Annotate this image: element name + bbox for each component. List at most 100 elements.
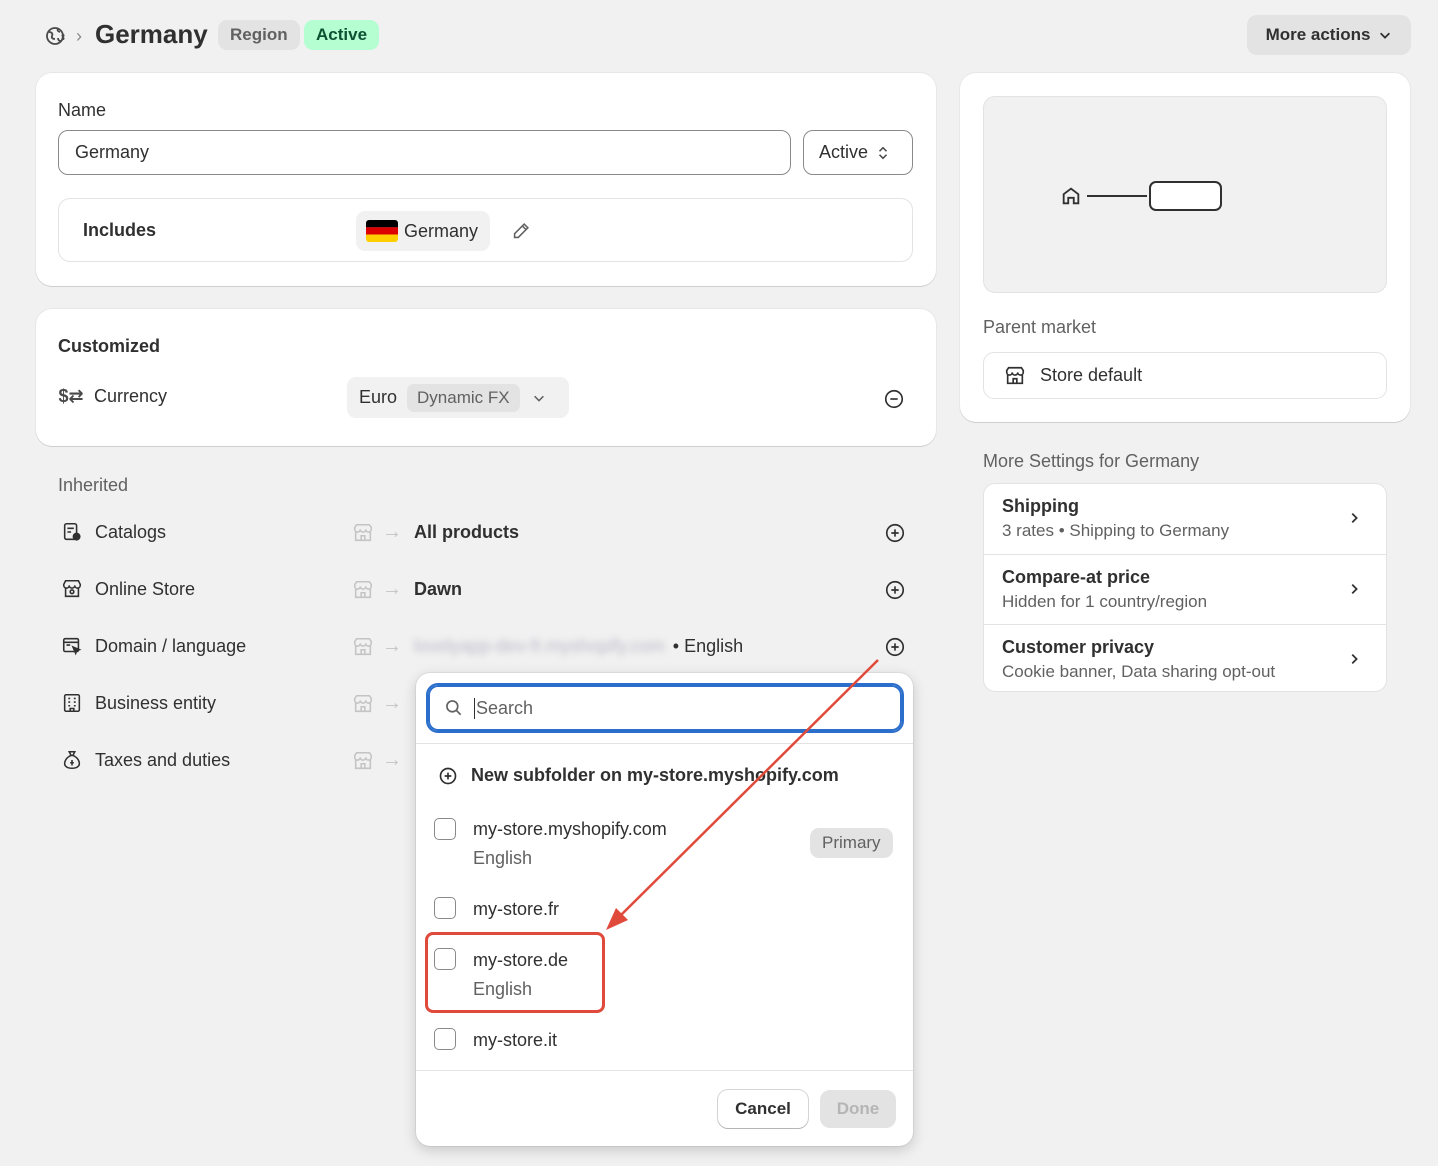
store-icon <box>352 750 374 772</box>
add-circle-icon[interactable] <box>883 578 907 602</box>
currency-label: $⇄ Currency <box>58 386 168 407</box>
online-store-icon <box>61 578 83 600</box>
settings-row-customer-privacy[interactable]: Customer privacy Cookie banner, Data sha… <box>984 624 1386 691</box>
domain-language-suffix: • English <box>672 636 744 656</box>
done-button[interactable]: Done <box>820 1090 896 1128</box>
domain-language-value: → lovelyapp-dev-fr.myshopify.com • Engli… <box>352 635 743 658</box>
includes-chip-label: Germany <box>404 220 479 241</box>
online-store-value-text: Dawn <box>414 579 463 599</box>
globe-icon <box>44 24 68 48</box>
name-input-value: Germany <box>75 142 150 162</box>
currency-label-text: Currency <box>94 386 168 406</box>
catalog-icon <box>61 521 83 543</box>
taxes-duties-row-label: Taxes and duties <box>61 749 230 771</box>
domain-language-row-label: Domain / language <box>61 635 246 657</box>
domain-option-subtitle: English <box>473 848 533 868</box>
chevron-down-icon <box>532 391 546 405</box>
settings-row-subtitle: 3 rates • Shipping to Germany <box>1002 521 1230 540</box>
chevron-right-icon <box>1344 508 1364 528</box>
chevron-right-icon <box>1344 649 1364 669</box>
breadcrumb-chevron-icon: › <box>76 26 82 46</box>
primary-badge: Primary <box>810 828 893 858</box>
catalogs-row-label: Catalogs <box>61 521 166 543</box>
new-subfolder-label: New subfolder on my-store.myshopify.com <box>471 765 839 785</box>
popover-divider <box>416 743 913 744</box>
domain-option-title: my-store.myshopify.com <box>473 819 667 839</box>
search-input[interactable]: Search <box>426 683 904 733</box>
arrow-right-icon: → <box>382 521 402 543</box>
taxes-duties-label: Taxes and duties <box>95 749 231 770</box>
domain-picker-popover: Search New subfolder on my-store.myshopi… <box>416 673 913 1146</box>
home-icon <box>1060 185 1082 207</box>
includes-label: Includes <box>83 220 157 240</box>
domain-checkbox[interactable] <box>434 897 456 919</box>
remove-circle-icon[interactable] <box>882 387 906 411</box>
more-settings-heading: More Settings for Germany <box>983 451 1200 471</box>
parent-market-value: Store default <box>1040 365 1143 385</box>
settings-row-subtitle: Hidden for 1 country/region <box>1002 592 1208 611</box>
search-icon <box>444 698 464 718</box>
settings-row-title: Compare-at price <box>1002 567 1151 587</box>
settings-row-shipping[interactable]: Shipping 3 rates • Shipping to Germany <box>984 484 1386 554</box>
diagram-node-box <box>1149 181 1222 211</box>
more-actions-label: More actions <box>1265 25 1371 44</box>
catalogs-value-text: All products <box>414 522 520 542</box>
parent-market-label: Parent market <box>983 317 1097 337</box>
name-card: Name Germany Active Includes Germany <box>36 73 936 286</box>
parent-market-card: Parent market Store default <box>960 73 1410 422</box>
diagram-connector-line <box>1087 195 1147 197</box>
store-icon <box>1004 365 1026 387</box>
store-icon <box>352 579 374 601</box>
page-title: Germany <box>95 19 208 49</box>
search-input-placeholder: Search <box>474 697 534 719</box>
arrow-right-icon: → <box>382 635 402 657</box>
new-subfolder-action[interactable]: New subfolder on my-store.myshopify.com <box>438 765 839 786</box>
arrow-right-icon: → <box>382 692 402 714</box>
customized-card: Customized $⇄ Currency Euro Dynamic FX <box>36 309 936 446</box>
add-circle-icon[interactable] <box>883 635 907 659</box>
business-entity-row-label: Business entity <box>61 692 216 714</box>
add-circle-icon[interactable] <box>883 521 907 545</box>
inherited-heading: Inherited <box>58 475 129 495</box>
domain-value-text-blurred: lovelyapp-dev-fr.myshopify.com <box>414 636 665 656</box>
chevron-right-icon <box>1344 579 1364 599</box>
more-settings-list: Shipping 3 rates • Shipping to Germany C… <box>983 483 1387 692</box>
currency-exchange-icon: $⇄ <box>58 386 84 406</box>
taxes-duties-value: → <box>352 749 402 772</box>
customized-heading: Customized <box>58 336 161 356</box>
settings-row-compare-at-price[interactable]: Compare-at price Hidden for 1 country/re… <box>984 554 1386 624</box>
store-icon <box>352 693 374 715</box>
cancel-button-label: Cancel <box>735 1099 791 1118</box>
business-entity-icon <box>61 692 83 714</box>
parent-market-field[interactable]: Store default <box>983 352 1387 399</box>
cancel-button[interactable]: Cancel <box>718 1090 808 1128</box>
includes-chip: Germany <box>356 211 491 251</box>
catalogs-label: Catalogs <box>95 521 167 542</box>
settings-row-subtitle: Cookie banner, Data sharing opt-out <box>1002 662 1276 681</box>
domain-checkbox[interactable] <box>434 818 456 840</box>
region-badge: Region <box>218 20 300 50</box>
online-store-value: → Dawn <box>352 578 462 601</box>
name-input[interactable]: Germany <box>58 130 791 175</box>
money-bag-icon <box>61 749 83 771</box>
add-circle-icon <box>438 766 458 786</box>
arrow-right-icon: → <box>382 578 402 600</box>
domain-language-label: Domain / language <box>95 635 247 656</box>
store-icon <box>352 522 374 544</box>
dynamic-fx-tag: Dynamic FX <box>407 383 520 412</box>
catalogs-value: → All products <box>352 521 519 544</box>
status-select[interactable]: Active <box>803 130 913 175</box>
business-entity-label: Business entity <box>95 692 217 713</box>
domain-checkbox[interactable] <box>434 1028 456 1050</box>
includes-box: Includes Germany <box>58 198 913 262</box>
domain-option-title: my-store.it <box>473 1030 558 1050</box>
popover-footer-divider <box>416 1070 913 1071</box>
market-diagram <box>983 96 1387 293</box>
annotation-highlight-box <box>425 932 605 1013</box>
more-actions-button[interactable]: More actions <box>1247 15 1411 55</box>
arrow-right-icon: → <box>382 749 402 771</box>
edit-pencil-icon[interactable] <box>509 219 533 243</box>
online-store-label: Online Store <box>95 578 196 599</box>
currency-select[interactable]: Euro Dynamic FX <box>347 377 569 418</box>
online-store-row-label: Online Store <box>61 578 195 600</box>
